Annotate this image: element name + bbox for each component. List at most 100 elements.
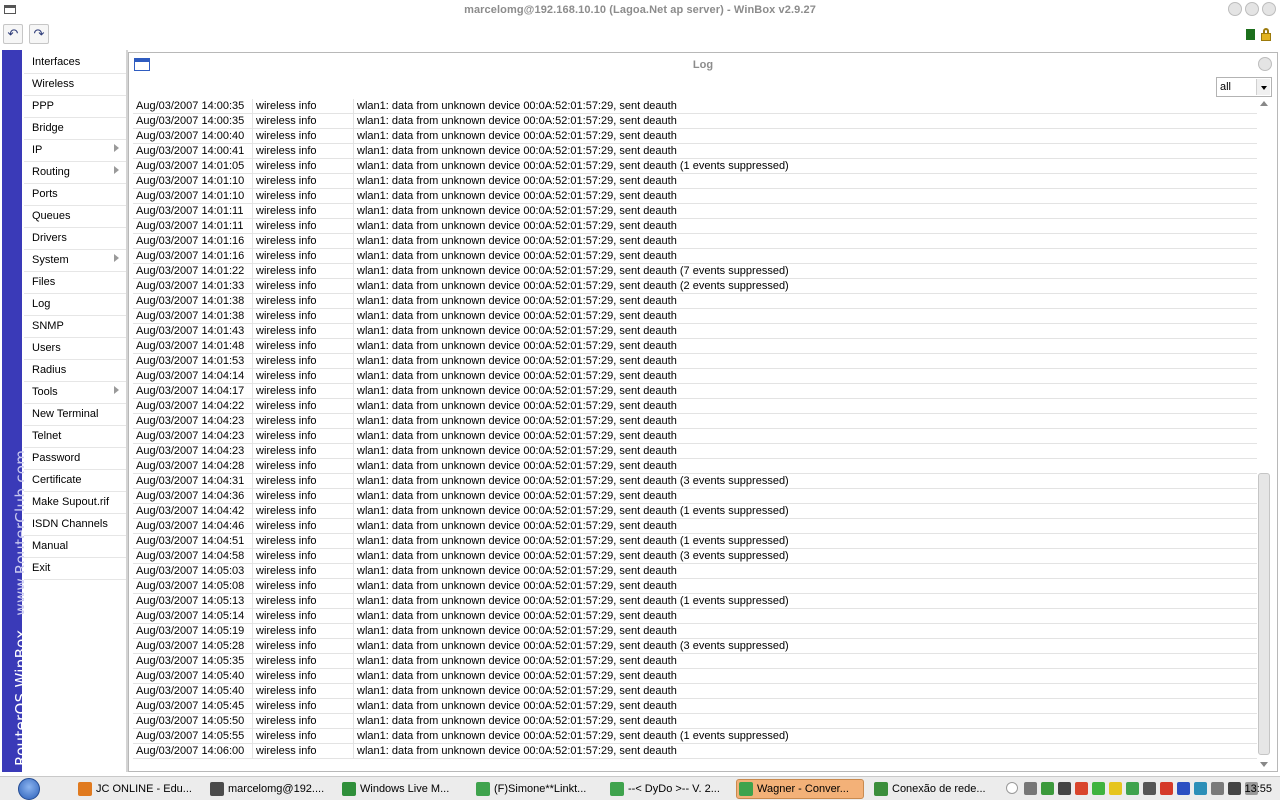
table-row[interactable]: Aug/03/2007 14:01:38 wireless info wlan1: …: [133, 309, 1257, 324]
table-row[interactable]: Aug/03/2007 14:01:16 wireless info wlan1: …: [133, 249, 1257, 264]
table-row[interactable]: Aug/03/2007 14:04:23 wireless info wlan1: …: [133, 444, 1257, 459]
table-row[interactable]: Aug/03/2007 14:00:41 wireless info wlan1: …: [133, 144, 1257, 159]
sidebar-item-snmp[interactable]: SNMP: [24, 316, 126, 338]
table-row[interactable]: Aug/03/2007 14:04:31 wireless info wlan1: …: [133, 474, 1257, 489]
table-row[interactable]: Aug/03/2007 14:01:43 wireless info wlan1: …: [133, 324, 1257, 339]
tray-wifi-icon[interactable]: [1160, 782, 1173, 795]
sidebar-item-ppp[interactable]: PPP: [24, 96, 126, 118]
table-row[interactable]: Aug/03/2007 14:00:35 wireless info wlan1: …: [133, 99, 1257, 114]
taskbar-button[interactable]: Wagner - Conver...: [736, 779, 864, 799]
tray-bluetooth-icon[interactable]: [1177, 782, 1190, 795]
table-row[interactable]: Aug/03/2007 14:05:08 wireless info wlan1: …: [133, 579, 1257, 594]
undo-button[interactable]: ↶: [3, 24, 23, 44]
log-close-button[interactable]: [1258, 57, 1272, 71]
tray-drive-icon[interactable]: [1211, 782, 1224, 795]
sidebar-item-interfaces[interactable]: Interfaces: [24, 52, 126, 74]
table-row[interactable]: Aug/03/2007 14:05:50 wireless info wlan1: …: [133, 714, 1257, 729]
table-row[interactable]: Aug/03/2007 14:04:51 wireless info wlan1: …: [133, 534, 1257, 549]
scroll-down-icon[interactable]: [1260, 762, 1268, 767]
sidebar-item-tools[interactable]: Tools: [24, 382, 126, 404]
table-row[interactable]: Aug/03/2007 14:04:14 wireless info wlan1: …: [133, 369, 1257, 384]
sidebar-item-isdn-channels[interactable]: ISDN Channels: [24, 514, 126, 536]
scroll-up-icon[interactable]: [1260, 101, 1268, 106]
table-row[interactable]: Aug/03/2007 14:04:28 wireless info wlan1: …: [133, 459, 1257, 474]
sidebar-item-users[interactable]: Users: [24, 338, 126, 360]
sidebar-item-bridge[interactable]: Bridge: [24, 118, 126, 140]
sidebar-item-new-terminal[interactable]: New Terminal: [24, 404, 126, 426]
table-row[interactable]: Aug/03/2007 14:01:10 wireless info wlan1: …: [133, 174, 1257, 189]
table-row[interactable]: Aug/03/2007 14:05:35 wireless info wlan1: …: [133, 654, 1257, 669]
close-button[interactable]: [1262, 2, 1276, 16]
tray-smiley-icon[interactable]: [1109, 782, 1122, 795]
table-row[interactable]: Aug/03/2007 14:04:17 wireless info wlan1: …: [133, 384, 1257, 399]
log-scrollbar[interactable]: [1257, 99, 1272, 771]
chevron-down-icon[interactable]: [1256, 79, 1270, 95]
taskbar-button[interactable]: (F)Simone**Linkt...: [476, 779, 604, 799]
sidebar-item-routing[interactable]: Routing: [24, 162, 126, 184]
table-row[interactable]: Aug/03/2007 14:00:40 wireless info wlan1: …: [133, 129, 1257, 144]
sidebar-item-telnet[interactable]: Telnet: [24, 426, 126, 448]
table-row[interactable]: Aug/03/2007 14:04:36 wireless info wlan1: …: [133, 489, 1257, 504]
sidebar-item-ip[interactable]: IP: [24, 140, 126, 162]
taskbar-button[interactable]: marcelomg@192....: [210, 779, 336, 799]
table-row[interactable]: Aug/03/2007 14:05:45 wireless info wlan1: …: [133, 699, 1257, 714]
tray-monitor-icon[interactable]: [1058, 782, 1071, 795]
tray-expand-icon[interactable]: [1006, 782, 1018, 794]
maximize-button[interactable]: [1245, 2, 1259, 16]
table-row[interactable]: Aug/03/2007 14:04:58 wireless info wlan1: …: [133, 549, 1257, 564]
sidebar-item-drivers[interactable]: Drivers: [24, 228, 126, 250]
taskbar-button[interactable]: Conexão de rede...: [874, 779, 994, 799]
table-row[interactable]: Aug/03/2007 14:00:35 wireless info wlan1: …: [133, 114, 1257, 129]
table-row[interactable]: Aug/03/2007 14:01:05 wireless info wlan1: …: [133, 159, 1257, 174]
table-row[interactable]: Aug/03/2007 14:05:55 wireless info wlan1: …: [133, 729, 1257, 744]
sidebar-item-queues[interactable]: Queues: [24, 206, 126, 228]
sidebar-item-make-supout-rif[interactable]: Make Supout.rif: [24, 492, 126, 514]
taskbar-button[interactable]: --< DyDo >-- V. 2...: [610, 779, 730, 799]
table-row[interactable]: Aug/03/2007 14:01:11 wireless info wlan1: …: [133, 204, 1257, 219]
tray-messenger-icon[interactable]: [1126, 782, 1139, 795]
tray-volume-icon[interactable]: [1228, 782, 1241, 795]
scrollbar-thumb[interactable]: [1258, 473, 1270, 755]
table-row[interactable]: Aug/03/2007 14:04:23 wireless info wlan1: …: [133, 414, 1257, 429]
table-row[interactable]: Aug/03/2007 14:04:23 wireless info wlan1: …: [133, 429, 1257, 444]
redo-button[interactable]: ↷: [29, 24, 49, 44]
table-row[interactable]: Aug/03/2007 14:01:11 wireless info wlan1: …: [133, 219, 1257, 234]
taskbar-button[interactable]: Windows Live M...: [342, 779, 470, 799]
table-row[interactable]: Aug/03/2007 14:05:40 wireless info wlan1: …: [133, 669, 1257, 684]
topic-filter-select[interactable]: all: [1216, 77, 1272, 97]
table-row[interactable]: Aug/03/2007 14:01:22 wireless info wlan1: …: [133, 264, 1257, 279]
tray-flower-icon[interactable]: [1075, 782, 1088, 795]
sidebar-item-exit[interactable]: Exit: [24, 558, 126, 580]
table-row[interactable]: Aug/03/2007 14:05:03 wireless info wlan1: …: [133, 564, 1257, 579]
tray-shield-icon[interactable]: [1194, 782, 1207, 795]
table-row[interactable]: Aug/03/2007 14:01:48 wireless info wlan1: …: [133, 339, 1257, 354]
sidebar-item-wireless[interactable]: Wireless: [24, 74, 126, 96]
sidebar-item-ports[interactable]: Ports: [24, 184, 126, 206]
taskbar-button[interactable]: JC ONLINE - Edu...: [78, 779, 204, 799]
table-row[interactable]: Aug/03/2007 14:01:16 wireless info wlan1: …: [133, 234, 1257, 249]
table-row[interactable]: Aug/03/2007 14:04:46 wireless info wlan1: …: [133, 519, 1257, 534]
tray-gear-icon[interactable]: [1024, 782, 1037, 795]
table-row[interactable]: Aug/03/2007 14:05:13 wireless info wlan1: …: [133, 594, 1257, 609]
table-row[interactable]: Aug/03/2007 14:01:53 wireless info wlan1: …: [133, 354, 1257, 369]
clock[interactable]: 13:55: [1244, 783, 1272, 795]
tray-user-icon[interactable]: [1041, 782, 1054, 795]
table-row[interactable]: Aug/03/2007 14:04:42 wireless info wlan1: …: [133, 504, 1257, 519]
table-row[interactable]: Aug/03/2007 14:01:38 wireless info wlan1: …: [133, 294, 1257, 309]
table-row[interactable]: Aug/03/2007 14:01:33 wireless info wlan1: …: [133, 279, 1257, 294]
sidebar-item-radius[interactable]: Radius: [24, 360, 126, 382]
table-row[interactable]: Aug/03/2007 14:05:40 wireless info wlan1: …: [133, 684, 1257, 699]
table-row[interactable]: Aug/03/2007 14:06:00 wireless info wlan1: …: [133, 744, 1257, 759]
sidebar-item-password[interactable]: Password: [24, 448, 126, 470]
tray-phone-icon[interactable]: [1143, 782, 1156, 795]
sidebar-item-system[interactable]: System: [24, 250, 126, 272]
table-row[interactable]: Aug/03/2007 14:01:10 wireless info wlan1: …: [133, 189, 1257, 204]
table-row[interactable]: Aug/03/2007 14:05:14 wireless info wlan1: …: [133, 609, 1257, 624]
table-row[interactable]: Aug/03/2007 14:05:19 wireless info wlan1: …: [133, 624, 1257, 639]
sidebar-item-log[interactable]: Log: [24, 294, 126, 316]
tray-check-icon[interactable]: [1092, 782, 1105, 795]
table-row[interactable]: Aug/03/2007 14:04:22 wireless info wlan1: …: [133, 399, 1257, 414]
sidebar-item-manual[interactable]: Manual: [24, 536, 126, 558]
sidebar-item-certificate[interactable]: Certificate: [24, 470, 126, 492]
table-row[interactable]: Aug/03/2007 14:05:28 wireless info wlan1: …: [133, 639, 1257, 654]
